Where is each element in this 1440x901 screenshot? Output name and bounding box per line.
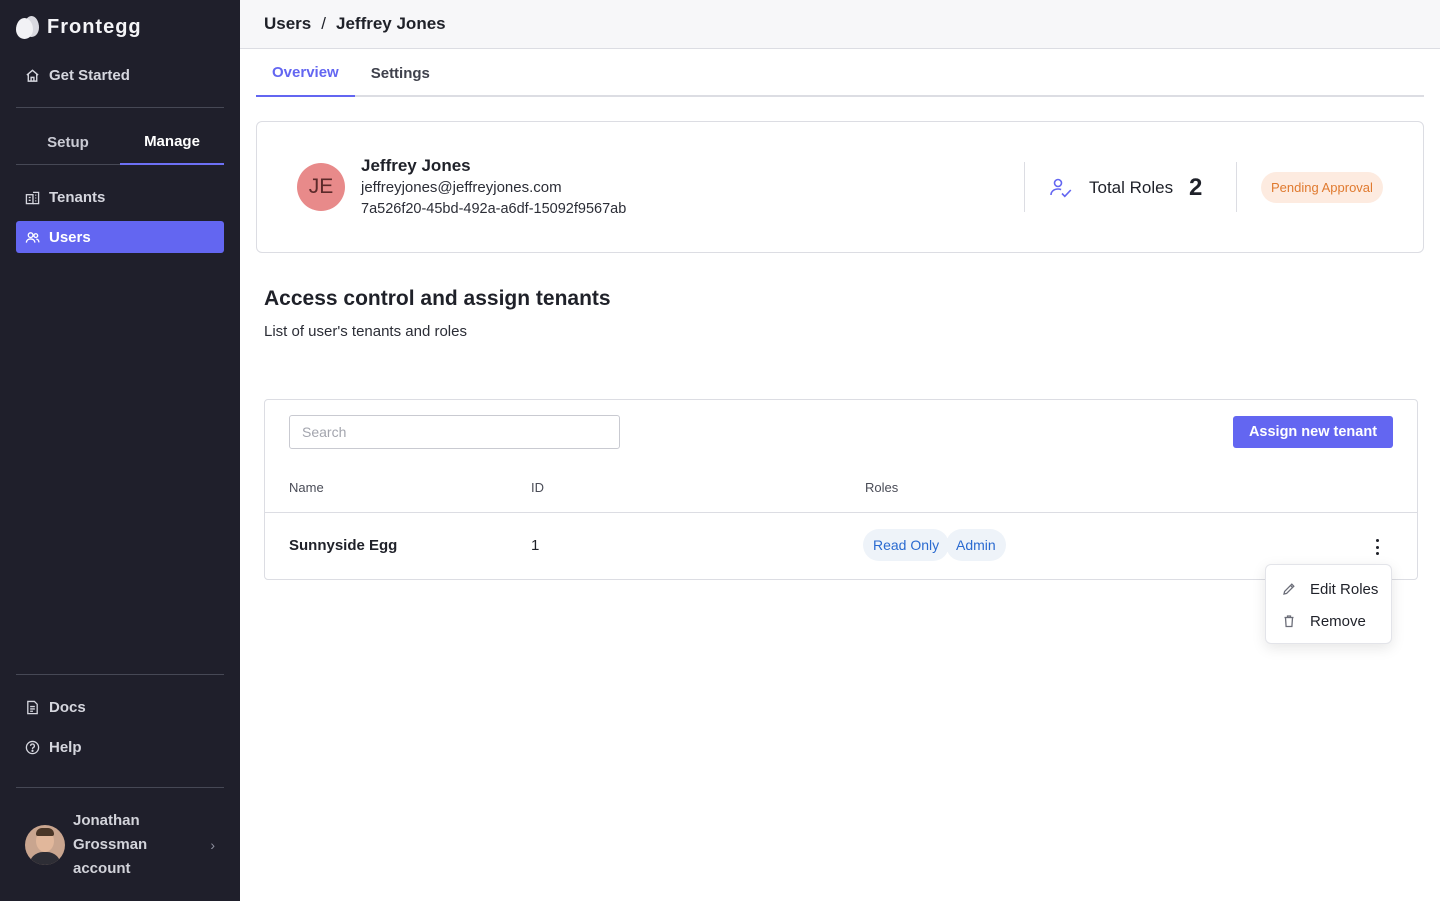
account-name: Jonathan Grossman account	[73, 812, 148, 877]
role-chip: Read Only	[863, 529, 950, 561]
role-chip: Admin	[946, 529, 1006, 561]
user-name: Jeffrey Jones	[361, 156, 471, 175]
segment-manage[interactable]: Manage	[120, 120, 224, 165]
user-email: jeffreyjones@jeffreyjones.com	[361, 179, 562, 196]
tenants-table-card: Assign new tenant Name ID Roles Sunnysid…	[264, 399, 1418, 580]
total-roles-label: Total Roles	[1089, 178, 1174, 197]
segment-setup[interactable]: Setup	[16, 120, 120, 165]
chevron-right-icon: ›	[210, 837, 215, 853]
sidebar-item-label: Tenants	[49, 188, 106, 206]
sidebar-item-help[interactable]: Help	[16, 731, 224, 763]
menu-item-remove[interactable]: Remove	[1266, 605, 1393, 637]
user-check-icon	[1050, 178, 1072, 198]
table-divider	[265, 512, 1417, 513]
sidebar-item-docs[interactable]: Docs	[16, 691, 224, 723]
breadcrumb-current: Jeffrey Jones	[336, 14, 446, 33]
assign-new-tenant-button[interactable]: Assign new tenant	[1233, 416, 1393, 448]
document-icon	[27, 700, 38, 714]
pencil-icon	[1283, 583, 1295, 595]
total-roles-count: 2	[1189, 174, 1203, 201]
home-icon	[26, 68, 39, 82]
sidebar-item-label: Users	[49, 228, 91, 246]
tab-overview[interactable]: Overview	[256, 49, 355, 97]
card-divider	[1024, 162, 1025, 212]
user-id: 7a526f20-45bd-492a-a6df-15092f9567ab	[361, 201, 627, 217]
tabs: Overview Settings	[256, 49, 1424, 97]
tab-settings[interactable]: Settings	[355, 49, 446, 97]
menu-item-label: Edit Roles	[1310, 580, 1379, 598]
sidebar: Frontegg Get Started Setup Manage Tenant…	[0, 0, 240, 901]
setup-manage-toggle: Setup Manage	[16, 120, 224, 165]
column-header-id: ID	[531, 480, 544, 495]
column-header-name: Name	[289, 480, 324, 495]
menu-item-edit-roles[interactable]: Edit Roles	[1266, 573, 1393, 605]
card-divider	[1236, 162, 1237, 212]
section-title: Access control and assign tenants	[264, 287, 611, 310]
tenant-id: 1	[531, 537, 540, 554]
nav-get-started-label: Get Started	[49, 66, 130, 84]
sidebar-item-label: Docs	[49, 698, 86, 716]
breadcrumb-separator: /	[321, 14, 326, 33]
more-options-icon[interactable]	[1367, 539, 1387, 555]
brand-name: Frontegg	[47, 16, 142, 38]
users-icon	[25, 231, 40, 243]
avatar	[25, 825, 65, 865]
sidebar-item-users[interactable]: Users	[16, 221, 224, 253]
sidebar-item-label: Help	[49, 738, 82, 756]
breadcrumb: Users / Jeffrey Jones	[240, 0, 1440, 49]
sidebar-divider	[16, 107, 224, 108]
menu-item-label: Remove	[1310, 612, 1366, 630]
frontegg-logo-icon	[16, 16, 39, 39]
sidebar-divider	[16, 674, 224, 675]
column-header-roles: Roles	[865, 480, 899, 495]
frontegg-logo[interactable]: Frontegg	[16, 16, 142, 39]
status-badge: Pending Approval	[1261, 172, 1383, 203]
row-actions-menu: Edit Roles Remove	[1265, 564, 1392, 644]
breadcrumb-users[interactable]: Users	[264, 14, 311, 34]
search-input[interactable]	[289, 415, 620, 449]
account-menu[interactable]: Jonathan Grossman account ›	[25, 808, 215, 882]
user-avatar-initials: JE	[297, 163, 345, 211]
building-icon	[25, 191, 40, 204]
main-content: Users / Jeffrey Jones Overview Settings …	[240, 0, 1440, 901]
help-circle-icon	[25, 740, 40, 754]
sidebar-item-tenants[interactable]: Tenants	[16, 181, 224, 213]
user-summary-card: JE Jeffrey Jones jeffreyjones@jeffreyjon…	[256, 121, 1424, 253]
trash-icon	[1284, 615, 1294, 628]
tenant-name: Sunnyside Egg	[289, 537, 398, 554]
section-subtitle: List of user's tenants and roles	[264, 323, 467, 340]
sidebar-divider	[16, 787, 224, 788]
nav-get-started[interactable]: Get Started	[16, 59, 224, 91]
